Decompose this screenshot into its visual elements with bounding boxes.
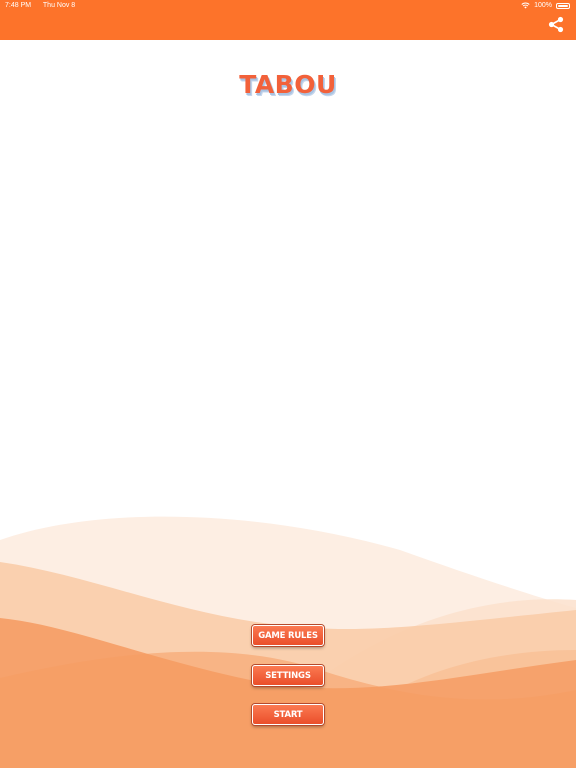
battery-icon (556, 2, 570, 9)
status-bar-right: 100% (521, 2, 570, 9)
share-button[interactable] (546, 14, 566, 34)
start-button[interactable]: START (252, 704, 324, 725)
status-bar-left: 7:48 PM Thu Nov 8 (5, 2, 85, 9)
settings-button[interactable]: SETTINGS (252, 665, 324, 686)
battery-percentage: 100% (534, 2, 552, 9)
game-rules-button[interactable]: GAME RULES (252, 625, 324, 646)
status-date: Thu Nov 8 (42, 2, 76, 9)
app-screen: 7:48 PM Thu Nov 8 100% TABOU GAME RULES … (0, 0, 576, 768)
status-time: 7:48 PM (5, 2, 32, 9)
app-title: TABOU (239, 70, 337, 99)
navigation-bar: 7:48 PM Thu Nov 8 100% (0, 0, 576, 40)
share-icon (548, 16, 564, 32)
wifi-icon (521, 2, 530, 9)
